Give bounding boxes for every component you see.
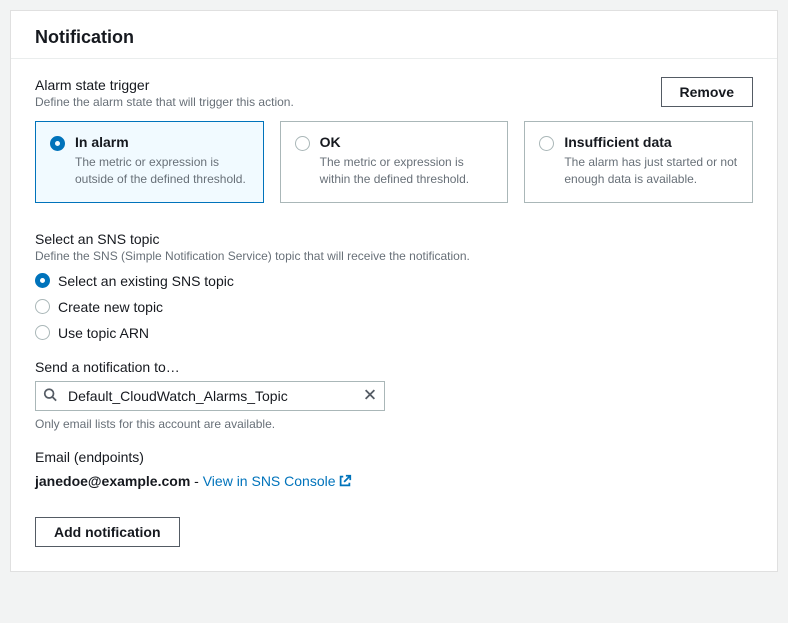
remove-button[interactable]: Remove — [661, 77, 753, 107]
radio-icon — [295, 136, 310, 151]
tile-title: OK — [320, 134, 494, 150]
link-label: View in SNS Console — [203, 473, 336, 489]
panel-header: Notification — [11, 11, 777, 59]
radio-icon — [35, 273, 50, 288]
view-sns-console-link[interactable]: View in SNS Console — [203, 473, 352, 489]
sns-option-existing[interactable]: Select an existing SNS topic — [35, 273, 753, 289]
clear-icon[interactable] — [363, 387, 377, 404]
tile-desc: The metric or expression is outside of t… — [75, 154, 249, 188]
radio-label: Select an existing SNS topic — [58, 273, 234, 289]
sns-option-create[interactable]: Create new topic — [35, 299, 753, 315]
add-notification-row: Add notification — [35, 517, 753, 547]
trigger-tile-insufficient-data[interactable]: Insufficient data The alarm has just sta… — [524, 121, 753, 203]
radio-label: Use topic ARN — [58, 325, 149, 341]
tile-title: In alarm — [75, 134, 249, 150]
tile-title: Insufficient data — [564, 134, 738, 150]
email-label: Email (endpoints) — [35, 449, 753, 465]
trigger-help: Define the alarm state that will trigger… — [35, 95, 294, 109]
radio-icon — [50, 136, 65, 151]
notification-panel: Notification Alarm state trigger Define … — [10, 10, 778, 572]
external-link-icon — [338, 474, 352, 488]
trigger-tile-in-alarm[interactable]: In alarm The metric or expression is out… — [35, 121, 264, 203]
radio-icon — [35, 299, 50, 314]
search-icon — [43, 387, 57, 404]
email-separator: - — [190, 473, 202, 489]
radio-icon — [539, 136, 554, 151]
trigger-section-header: Alarm state trigger Define the alarm sta… — [35, 77, 753, 109]
panel-body: Alarm state trigger Define the alarm sta… — [11, 59, 777, 571]
sns-section: Select an SNS topic Define the SNS (Simp… — [35, 231, 753, 341]
sns-help: Define the SNS (Simple Notification Serv… — [35, 249, 753, 263]
tile-desc: The alarm has just started or not enough… — [564, 154, 738, 188]
trigger-tile-ok[interactable]: OK The metric or expression is within th… — [280, 121, 509, 203]
panel-title: Notification — [35, 27, 753, 48]
email-value: janedoe@example.com — [35, 473, 190, 489]
trigger-label: Alarm state trigger — [35, 77, 294, 93]
send-to-input[interactable] — [35, 381, 385, 411]
radio-label: Create new topic — [58, 299, 163, 315]
radio-icon — [35, 325, 50, 340]
email-row: janedoe@example.com - View in SNS Consol… — [35, 473, 753, 489]
trigger-tiles: In alarm The metric or expression is out… — [35, 121, 753, 203]
send-to-help: Only email lists for this account are av… — [35, 417, 753, 431]
sns-label: Select an SNS topic — [35, 231, 753, 247]
sns-option-arn[interactable]: Use topic ARN — [35, 325, 753, 341]
add-notification-button[interactable]: Add notification — [35, 517, 180, 547]
tile-desc: The metric or expression is within the d… — [320, 154, 494, 188]
send-to-label: Send a notification to… — [35, 359, 753, 375]
sns-radio-group: Select an existing SNS topic Create new … — [35, 273, 753, 341]
send-to-input-wrap — [35, 381, 385, 411]
